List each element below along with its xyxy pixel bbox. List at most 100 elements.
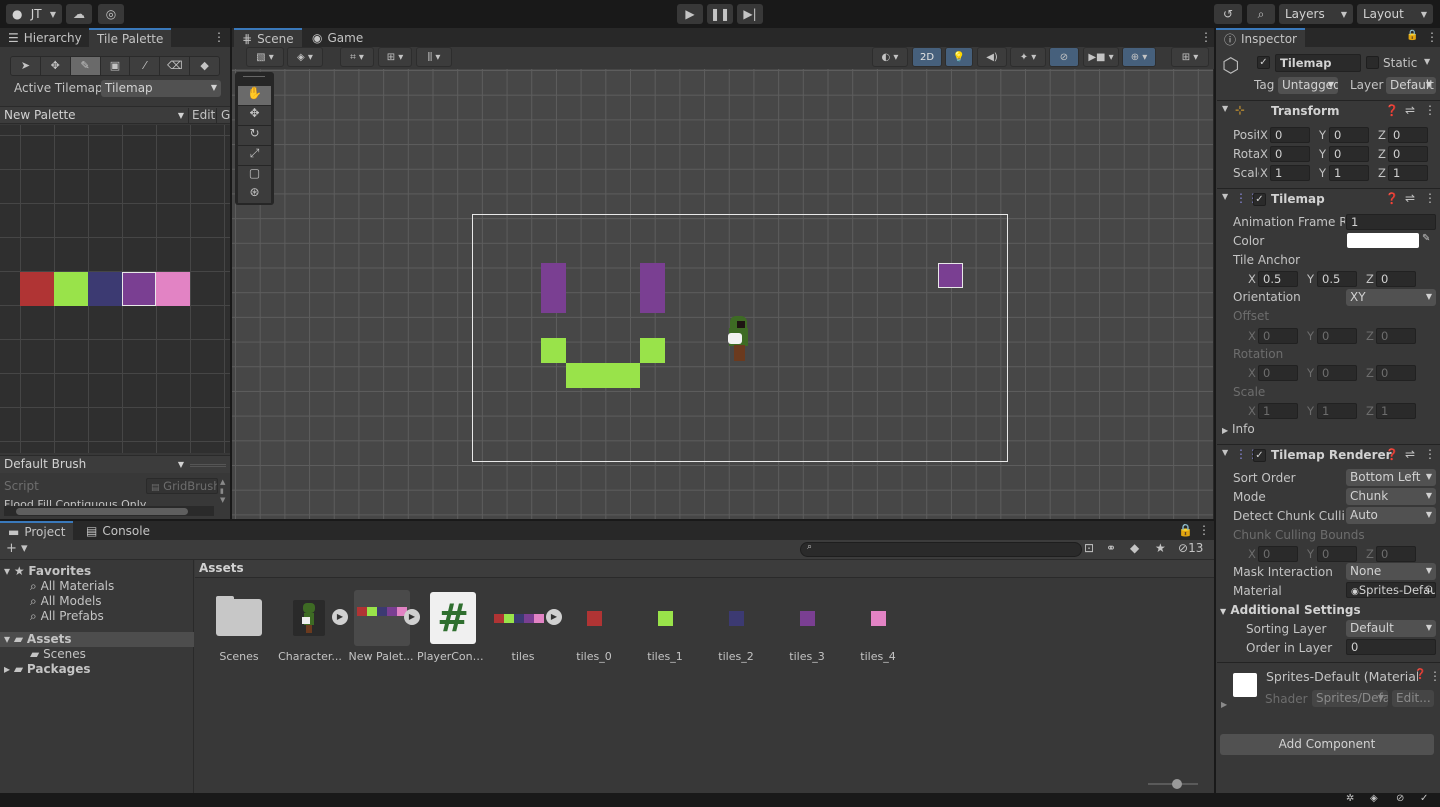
- transform-tool-icon[interactable]: ⊛: [238, 185, 271, 203]
- axis-z-input[interactable]: 1: [1388, 165, 1428, 181]
- info-foldout[interactable]: ▶ Info: [1222, 422, 1255, 436]
- horizontal-scrollbar[interactable]: [4, 506, 214, 516]
- tree-item[interactable]: ⌕ All Prefabs: [30, 609, 104, 624]
- draw-mode-button[interactable]: ▧ ▾: [246, 47, 284, 67]
- grid-snap-button[interactable]: ⊞ ▾: [378, 47, 412, 67]
- scale-tool-icon[interactable]: ⤢: [238, 146, 271, 165]
- tilemap-header[interactable]: ▼ ⋮⋮ ✓ Tilemap ❓ ⇌ ⋮: [1217, 188, 1440, 210]
- order-input[interactable]: 0: [1346, 639, 1436, 655]
- move-tool-icon[interactable]: ✥: [39, 57, 70, 75]
- object-name-input[interactable]: Tilemap: [1275, 54, 1361, 72]
- tree-item[interactable]: ▰ Scenes: [30, 647, 86, 661]
- renderer-header[interactable]: ▼ ⋮⋮ ✓ Tilemap Renderer ❓ ⇌ ⋮: [1217, 444, 1440, 466]
- mask-dropdown[interactable]: None ▼: [1346, 563, 1436, 580]
- palette-dropdown[interactable]: New Palette ▼: [4, 108, 186, 124]
- camera-button[interactable]: ▶■ ▾: [1083, 47, 1119, 67]
- eyedropper-icon[interactable]: ✎: [1422, 233, 1430, 244]
- lighting-toggle[interactable]: 💡: [945, 47, 973, 67]
- component-menu-icon[interactable]: ⋮: [1429, 669, 1440, 683]
- palette-tile[interactable]: [54, 272, 88, 306]
- expand-icon[interactable]: ▶: [546, 609, 562, 625]
- tab-project[interactable]: ▬ Project: [0, 521, 74, 541]
- axis-z-input[interactable]: 0: [1388, 127, 1428, 143]
- overlay-button[interactable]: ⊞ ▾: [1171, 47, 1209, 67]
- layer-dropdown[interactable]: Default ▼: [1386, 77, 1436, 94]
- tab-tile-palette[interactable]: Tile Palette: [89, 28, 172, 48]
- panel-menu-icon[interactable]: ⋮: [1200, 30, 1212, 44]
- pause-button[interactable]: ❚❚: [707, 4, 733, 24]
- hidden-packages-toggle[interactable]: ⊘13: [1178, 541, 1203, 555]
- mode-dropdown[interactable]: Chunk ▼: [1346, 488, 1436, 505]
- picker-icon[interactable]: ⁄: [129, 57, 160, 75]
- step-button[interactable]: ▶|: [737, 4, 763, 24]
- project-search-input[interactable]: ⌕: [800, 542, 1082, 557]
- filter-icon[interactable]: ⚭: [1106, 541, 1116, 555]
- sort-order-dropdown[interactable]: Bottom Left ▼: [1346, 469, 1436, 486]
- axis-z-input[interactable]: 0: [1388, 146, 1428, 162]
- rect-tool-icon[interactable]: ▢: [238, 166, 271, 185]
- increment-snap-button[interactable]: ⫼ ▾: [416, 47, 452, 67]
- tilemap-enabled-checkbox[interactable]: ✓: [1253, 193, 1266, 206]
- material-field[interactable]: ◉Sprites-Default⊙: [1346, 582, 1436, 598]
- axis-x-input[interactable]: 0: [1270, 127, 1310, 143]
- palette-tile[interactable]: [20, 272, 54, 306]
- color-swatch[interactable]: [1347, 233, 1419, 248]
- palette-tile[interactable]: [88, 272, 122, 306]
- expand-icon[interactable]: ▶: [404, 609, 420, 625]
- tree-assets-selected[interactable]: ▾ ▰ Assets: [0, 632, 194, 647]
- axis-x-input[interactable]: 0.5: [1258, 271, 1298, 287]
- eraser-icon[interactable]: ⌫: [159, 57, 190, 75]
- scrollbar-thumb[interactable]: [16, 508, 188, 515]
- target-icon[interactable]: ⊙: [1425, 583, 1433, 597]
- add-component-button[interactable]: Add Component: [1220, 734, 1434, 755]
- rotate-tool-icon[interactable]: ↻: [238, 126, 271, 145]
- detect-culling-dropdown[interactable]: Auto ▼: [1346, 507, 1436, 524]
- orientation-dropdown[interactable]: XY ▼: [1346, 289, 1436, 306]
- tab-hierarchy[interactable]: ☰ Hierarchy: [0, 28, 90, 48]
- lock-icon[interactable]: 🔒: [1406, 30, 1418, 41]
- palette-grid[interactable]: [0, 125, 230, 453]
- axis-x-input[interactable]: 1: [1270, 165, 1310, 181]
- render-mode-button[interactable]: ◈ ▾: [287, 47, 323, 67]
- tag-dropdown[interactable]: Untagged ▼: [1278, 77, 1338, 94]
- bug-icon[interactable]: ✲: [1346, 793, 1354, 804]
- tree-packages[interactable]: ▸ ▰ Packages: [4, 662, 91, 676]
- search-button[interactable]: ⌕: [1247, 4, 1275, 24]
- expand-icon[interactable]: ▶: [332, 609, 348, 625]
- gizmos-button[interactable]: ⊕ ▾: [1122, 47, 1156, 67]
- chevron-down-icon[interactable]: ▼: [1424, 57, 1430, 66]
- shading-button[interactable]: ◐ ▾: [872, 47, 908, 67]
- audio-toggle[interactable]: ◀): [977, 47, 1007, 67]
- component-menu-icon[interactable]: ⋮: [1424, 447, 1436, 461]
- sorting-layer-dropdown[interactable]: Default ▼: [1346, 620, 1436, 637]
- transform-header[interactable]: ▼ ⊹ Transform ❓ ⇌ ⋮: [1217, 100, 1440, 122]
- 2d-toggle[interactable]: 2D: [912, 47, 942, 67]
- resize-handle[interactable]: [190, 464, 226, 467]
- help-icon[interactable]: ❓: [1385, 104, 1399, 117]
- progress-icon[interactable]: ⊘: [1396, 793, 1404, 804]
- tab-game[interactable]: ◉ Game: [304, 28, 371, 48]
- help-icon[interactable]: ❓: [1414, 669, 1426, 680]
- help-icon[interactable]: ❓: [1385, 192, 1399, 205]
- layout-dropdown[interactable]: Layout ▼: [1357, 4, 1433, 24]
- character-sprite[interactable]: [727, 316, 751, 364]
- axis-y-input[interactable]: 0: [1329, 146, 1369, 162]
- axis-y-input[interactable]: 0.5: [1317, 271, 1357, 287]
- palette-tile[interactable]: [122, 272, 156, 306]
- tree-favorites[interactable]: ▾ ★ Favorites: [4, 564, 91, 578]
- panel-menu-icon[interactable]: ⋮: [1198, 523, 1210, 537]
- cloud-button[interactable]: ☁: [66, 4, 92, 24]
- chevron-right-icon[interactable]: ▶: [1221, 700, 1227, 709]
- tree-item[interactable]: ⌕ All Materials: [30, 579, 114, 594]
- panel-menu-icon[interactable]: ⋮: [213, 30, 225, 44]
- breadcrumb-assets[interactable]: Assets: [199, 561, 244, 575]
- play-button[interactable]: ▶: [677, 4, 703, 24]
- add-asset-button[interactable]: + ▾: [6, 541, 28, 556]
- preset-icon[interactable]: ⇌: [1405, 191, 1415, 205]
- account-dropdown[interactable]: ● JT ▼: [6, 4, 62, 24]
- axis-x-input[interactable]: 0: [1270, 146, 1310, 162]
- search-type-icon[interactable]: ⊡: [1084, 541, 1094, 555]
- layers-icon[interactable]: ◈: [1370, 793, 1378, 804]
- snap-button[interactable]: ⌗ ▾: [340, 47, 374, 67]
- tab-inspector[interactable]: ⓘ Inspector: [1216, 28, 1305, 48]
